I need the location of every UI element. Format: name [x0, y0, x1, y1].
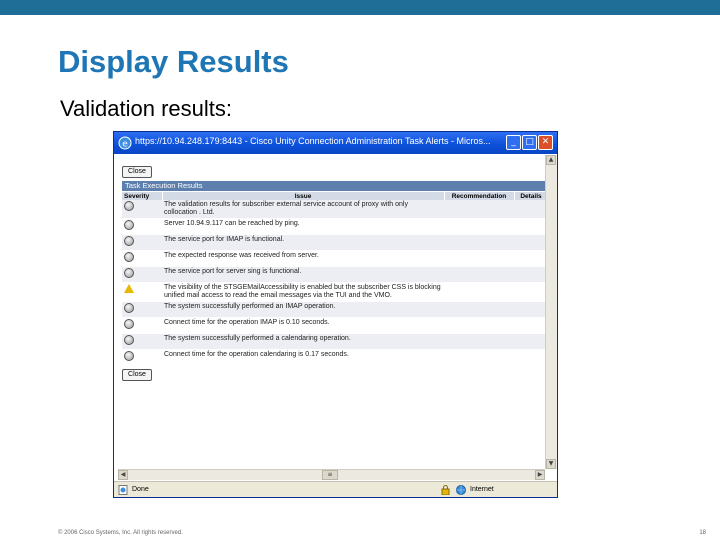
table-row: The validation results for subscriber ex… — [122, 200, 548, 219]
details-cell — [514, 218, 548, 235]
warning-icon — [124, 284, 134, 293]
page-icon — [118, 485, 128, 495]
recommendation-cell — [444, 333, 514, 350]
severity-cell — [122, 301, 162, 318]
maximize-icon[interactable]: □ — [522, 135, 537, 150]
close-icon[interactable]: ✕ — [538, 135, 553, 150]
details-cell — [514, 333, 548, 350]
lock-icon[interactable] — [441, 485, 450, 495]
zone-text: Internet — [470, 486, 494, 493]
recommendation-cell — [444, 266, 514, 283]
severity-cell — [122, 266, 162, 283]
page-number: 18 — [699, 530, 706, 536]
close-button-bottom[interactable]: Close — [122, 369, 152, 381]
severity-cell — [122, 282, 162, 302]
status-text: Done — [132, 486, 149, 493]
close-button-top[interactable]: Close — [122, 166, 152, 178]
severity-cell — [122, 333, 162, 350]
issue-cell: The service port for IMAP is functional. — [162, 234, 444, 251]
window-titlebar[interactable]: e https://10.94.248.179:8443 - Cisco Uni… — [114, 132, 557, 154]
window-title: https://10.94.248.179:8443 - Cisco Unity… — [135, 136, 491, 146]
info-icon — [124, 201, 134, 211]
details-cell — [514, 317, 548, 334]
table-row: The visibility of the STSGEMailAccessibi… — [122, 282, 548, 302]
severity-cell — [122, 200, 162, 219]
column-header-issue[interactable]: Issue — [162, 192, 445, 200]
column-header-recommendation[interactable]: Recommendation — [444, 192, 515, 200]
recommendation-cell — [444, 317, 514, 334]
results-table: Severity Issue Recommendation Details Th… — [122, 192, 549, 366]
info-icon — [124, 236, 134, 246]
page-content: Close Task Execution Results Severity Is… — [118, 155, 549, 469]
issue-cell: The system successfully performed a cale… — [162, 333, 444, 350]
details-cell — [514, 266, 548, 283]
info-icon — [124, 351, 134, 361]
details-cell — [514, 301, 548, 318]
info-icon — [124, 220, 134, 230]
issue-cell: The validation results for subscriber ex… — [162, 200, 444, 219]
details-cell — [514, 234, 548, 251]
details-cell — [514, 200, 548, 219]
column-header-severity[interactable]: Severity — [122, 192, 163, 200]
table-row: The system successfully performed a cale… — [122, 333, 548, 350]
scroll-up-icon[interactable]: ▲ — [546, 155, 556, 165]
status-bar: Done Internet — [114, 481, 557, 497]
table-row: Server 10.94.9.117 can be reached by pin… — [122, 218, 548, 235]
severity-cell — [122, 317, 162, 334]
horizontal-scrollbar[interactable]: ◀ ≡ ▶ — [118, 469, 545, 480]
scroll-right-icon[interactable]: ▶ — [535, 470, 545, 480]
table-row: The service port for IMAP is functional. — [122, 234, 548, 251]
recommendation-cell — [444, 282, 514, 302]
globe-icon — [456, 485, 466, 495]
issue-cell: Connect time for the operation IMAP is 0… — [162, 317, 444, 334]
recommendation-cell — [444, 349, 514, 366]
info-icon — [124, 319, 134, 329]
info-icon — [124, 335, 134, 345]
footer-copyright: © 2006 Cisco Systems, Inc. All rights re… — [58, 530, 183, 536]
issue-cell: The system successfully performed an IMA… — [162, 301, 444, 318]
issue-cell: The visibility of the STSGEMailAccessibi… — [162, 282, 444, 302]
info-icon — [124, 252, 134, 262]
slide-title: Display Results — [58, 44, 289, 79]
panel-title: Task Execution Results — [122, 181, 548, 191]
recommendation-cell — [444, 200, 514, 219]
severity-cell — [122, 349, 162, 366]
table-row: The service port for server sing is func… — [122, 266, 548, 283]
info-icon — [124, 268, 134, 278]
scroll-down-icon[interactable]: ▼ — [546, 459, 556, 469]
recommendation-cell — [444, 250, 514, 267]
vertical-scrollbar[interactable]: ▲ ▼ — [545, 155, 557, 469]
recommendation-cell — [444, 218, 514, 235]
severity-cell — [122, 234, 162, 251]
issue-cell: The service port for server sing is func… — [162, 266, 444, 283]
column-header-details[interactable]: Details — [514, 192, 549, 200]
recommendation-cell — [444, 234, 514, 251]
issue-cell: Connect time for the operation calendari… — [162, 349, 444, 366]
details-cell — [514, 282, 548, 302]
details-cell — [514, 250, 548, 267]
table-row: The expected response was received from … — [122, 250, 548, 267]
scroll-left-icon[interactable]: ◀ — [118, 470, 128, 480]
minimize-icon[interactable]: _ — [506, 135, 521, 150]
table-row: The system successfully performed an IMA… — [122, 301, 548, 318]
details-cell — [514, 349, 548, 366]
slide-subtitle: Validation results: — [60, 96, 233, 121]
internet-explorer-icon: e — [118, 136, 132, 150]
scroll-thumb[interactable]: ≡ — [322, 470, 338, 480]
svg-text:e: e — [122, 140, 128, 150]
top-accent-bar — [0, 0, 720, 15]
table-row: Connect time for the operation calendari… — [122, 349, 548, 366]
table-row: Connect time for the operation IMAP is 0… — [122, 317, 548, 334]
severity-cell — [122, 250, 162, 267]
results-body: The validation results for subscriber ex… — [122, 200, 548, 366]
issue-cell: Server 10.94.9.117 can be reached by pin… — [162, 218, 444, 235]
browser-popup-window: e https://10.94.248.179:8443 - Cisco Uni… — [113, 131, 558, 498]
recommendation-cell — [444, 301, 514, 318]
issue-cell: The expected response was received from … — [162, 250, 444, 267]
severity-cell — [122, 218, 162, 235]
info-icon — [124, 303, 134, 313]
